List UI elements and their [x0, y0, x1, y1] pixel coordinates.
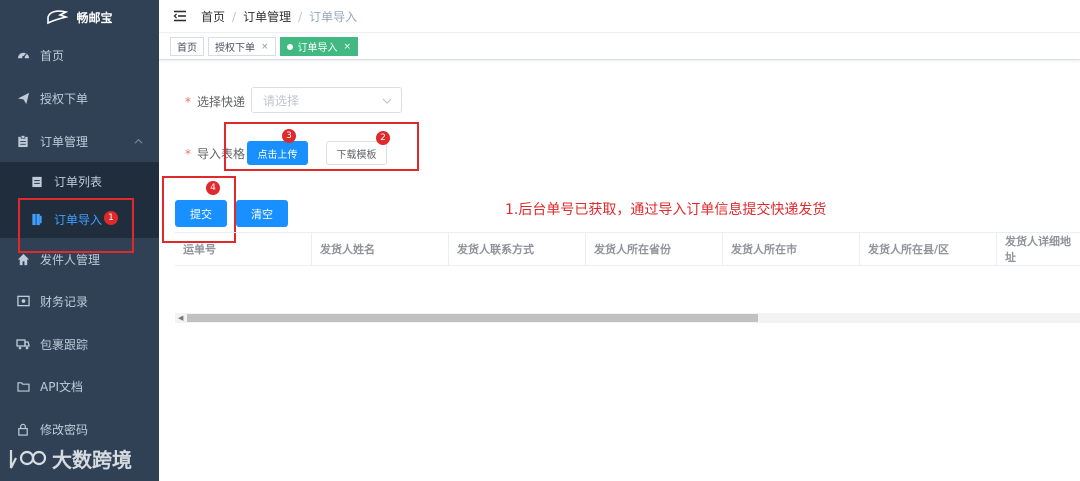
scrollbar-thumb[interactable]: [187, 314, 758, 322]
tag-home[interactable]: 首页: [170, 37, 204, 56]
watermark-logo-icon: [9, 449, 47, 468]
tag-authorize-order[interactable]: 授权下单 ×: [208, 37, 276, 56]
tag-order-import[interactable]: 订单导入 ×: [279, 37, 359, 56]
breadcrumb-item-home[interactable]: 首页: [201, 10, 225, 24]
tag-label: 订单导入: [297, 43, 338, 54]
order-table: 运单号 发货人姓名 发货人联系方式 发货人所在省份 发货人所在市 发货人所在县/…: [175, 232, 1080, 324]
annotation-box-1: [18, 198, 134, 253]
hamburger-menu-icon[interactable]: [173, 10, 187, 22]
sidebar-item-label: 授权下单: [40, 91, 89, 106]
annotation-box-2: [224, 122, 419, 171]
table-horizontal-scrollbar[interactable]: ◀: [175, 313, 1080, 323]
breadcrumb-item-order-import: 订单导入: [309, 9, 358, 24]
sidebar-item-label: 包裹跟踪: [40, 337, 89, 352]
truck-icon: [16, 337, 30, 351]
lock-icon: [16, 422, 30, 436]
sidebar-item-label: 修改密码: [40, 422, 89, 437]
sidebar-item-authorize-order[interactable]: 授权下单: [0, 77, 159, 119]
sidebar-item-label: 订单管理: [40, 134, 89, 149]
required-mark: *: [185, 95, 191, 109]
dashboard-icon: [16, 48, 30, 62]
annotation-badge-3: 3: [282, 129, 296, 143]
sidebar-item-label: 财务记录: [40, 294, 89, 309]
sidebar-item-api-docs[interactable]: API文档: [0, 365, 159, 407]
column-header-sender-province: 发货人所在省份: [586, 233, 723, 265]
express-label: * 选择快递: [185, 93, 245, 110]
chevron-down-icon: [382, 95, 392, 109]
logo-icon: [47, 10, 69, 25]
folder-icon: [16, 379, 30, 393]
breadcrumb-separator: /: [232, 9, 237, 24]
sidebar-item-label: API文档: [40, 379, 83, 394]
annotation-badge-1: 1: [104, 211, 118, 225]
column-header-tracking-number: 运单号: [175, 233, 312, 265]
column-header-sender-city: 发货人所在市: [723, 233, 860, 265]
close-icon[interactable]: ×: [344, 42, 352, 52]
table-header: 运单号 发货人姓名 发货人联系方式 发货人所在省份 发货人所在市 发货人所在县/…: [175, 233, 1080, 266]
wallet-icon: [16, 294, 30, 308]
sidebar-item-order-management[interactable]: 订单管理: [0, 120, 159, 162]
sidebar-item-label: 首页: [40, 48, 65, 63]
sidebar-item-order-list[interactable]: 订单列表: [0, 162, 159, 200]
chevron-up-icon: [134, 135, 143, 149]
sidebar-item-label: 发件人管理: [40, 252, 101, 267]
active-dot-icon: [286, 43, 293, 50]
app-root: 畅邮宝 首页 授权下单 订单管理 订单列表 订单导入 发件人管理 财务记录 包裹…: [0, 0, 1080, 481]
tag-label: 首页: [177, 43, 197, 54]
sidebar-item-finance-records[interactable]: 财务记录: [0, 280, 159, 322]
scroll-left-arrow-icon[interactable]: ◀: [178, 314, 183, 322]
required-mark: *: [185, 147, 191, 161]
express-select[interactable]: 请选择: [251, 87, 402, 113]
express-label-text: 选择快递: [197, 95, 246, 109]
express-select-placeholder: 请选择: [263, 93, 300, 108]
annotation-note: 1.后台单号已获取，通过导入订单信息提交快递发货: [505, 202, 827, 218]
column-header-sender-name: 发货人姓名: [312, 233, 449, 265]
sidebar-item-package-tracking[interactable]: 包裹跟踪: [0, 323, 159, 365]
list-icon: [30, 174, 44, 188]
clipboard-icon: [16, 134, 30, 148]
column-header-sender-contact: 发货人联系方式: [449, 233, 586, 265]
annotation-badge-2: 2: [376, 131, 390, 145]
column-header-sender-address: 发货人详细地址: [1005, 235, 1071, 264]
watermark-text: 大数跨境: [52, 448, 132, 472]
home-icon: [16, 252, 30, 266]
breadcrumb-item-order-management[interactable]: 订单管理: [243, 10, 291, 24]
annotation-badge-4: 4: [206, 181, 220, 195]
navbar: 首页 / 订单管理 / 订单导入: [159, 0, 1080, 33]
watermark: 大数跨境: [8, 444, 132, 473]
sidebar-item-label: 订单列表: [54, 174, 103, 189]
send-icon: [16, 91, 30, 105]
logo[interactable]: 畅邮宝: [0, 0, 159, 34]
close-icon[interactable]: ×: [261, 42, 269, 52]
tag-label: 授权下单: [215, 43, 255, 54]
tags-view: 首页 授权下单 × 订单导入 ×: [159, 34, 1080, 60]
column-header-sender-district: 发货人所在县/区: [860, 233, 997, 265]
breadcrumb-separator: /: [298, 9, 303, 24]
logo-text: 畅邮宝: [76, 10, 113, 25]
breadcrumb: 首页 / 订单管理 / 订单导入: [201, 8, 357, 25]
sidebar-item-home[interactable]: 首页: [0, 34, 159, 76]
clear-button[interactable]: 清空: [236, 200, 288, 227]
